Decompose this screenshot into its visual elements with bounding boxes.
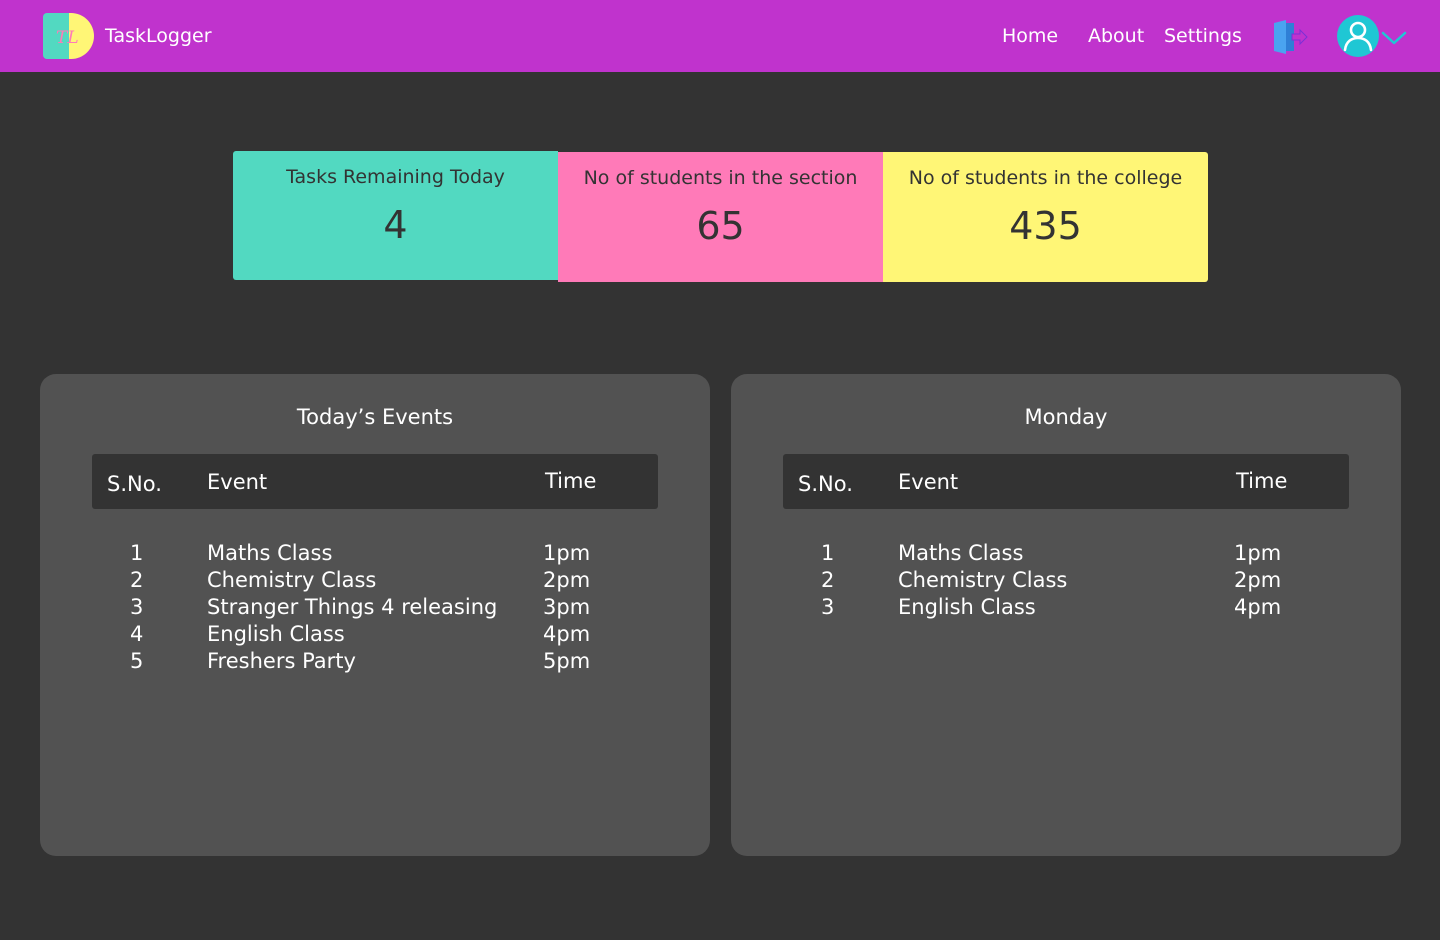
logo-text: TL	[56, 28, 79, 48]
cell-sno: 5	[130, 649, 144, 673]
stat-label: No of students in the college	[908, 167, 1183, 189]
table-row: 2 Chemistry Class 2pm	[40, 567, 710, 594]
monday-events-panel: Monday S.No. Event Time 1 Maths Class 1p…	[731, 374, 1401, 856]
navbar: TL TaskLogger Home About Settings	[0, 0, 1440, 72]
table-row: 3 English Class 4pm	[731, 594, 1401, 621]
cell-sno: 2	[821, 568, 835, 592]
stat-value: 4	[383, 203, 408, 247]
cell-time: 3pm	[543, 595, 591, 619]
cell-time: 4pm	[1234, 595, 1282, 619]
cell-time: 1pm	[1234, 541, 1282, 565]
cell-event: Maths Class	[898, 541, 1024, 565]
stat-label: Tasks Remaining Today	[286, 166, 505, 188]
table-header: S.No. Event Time	[92, 454, 658, 509]
tasks-remaining-card: Tasks Remaining Today 4	[233, 151, 558, 280]
column-header-time: Time	[1236, 469, 1288, 493]
stat-value: 65	[696, 204, 745, 248]
brand-name: TaskLogger	[105, 25, 212, 47]
cell-event: Chemistry Class	[898, 568, 1068, 592]
panel-title: Monday	[1024, 405, 1108, 429]
column-header-sno: S.No.	[798, 472, 853, 496]
cell-sno: 3	[821, 595, 835, 619]
cell-sno: 1	[130, 541, 144, 565]
cell-event: Maths Class	[207, 541, 333, 565]
stat-label: No of students in the section	[583, 167, 858, 189]
table-row: 5 Freshers Party 5pm	[40, 648, 710, 675]
cell-event: Stranger Things 4 releasing	[207, 595, 498, 619]
nav-settings-link[interactable]: Settings	[1164, 24, 1242, 48]
table-body: 1 Maths Class 1pm 2 Chemistry Class 2pm …	[731, 540, 1401, 621]
cell-sno: 1	[821, 541, 835, 565]
column-header-time: Time	[545, 469, 597, 493]
cell-event: Chemistry Class	[207, 568, 377, 592]
cell-time: 4pm	[543, 622, 591, 646]
cell-time: 2pm	[1234, 568, 1282, 592]
nav-home-link[interactable]: Home	[1002, 24, 1058, 48]
cell-sno: 3	[130, 595, 144, 619]
cell-event: English Class	[207, 622, 345, 646]
nav-about-link[interactable]: About	[1088, 24, 1144, 48]
cell-time: 2pm	[543, 568, 591, 592]
table-row: 4 English Class 4pm	[40, 621, 710, 648]
college-students-card: No of students in the college 435	[883, 152, 1208, 282]
table-row: 1 Maths Class 1pm	[731, 540, 1401, 567]
todays-events-panel: Today’s Events S.No. Event Time 1 Maths …	[40, 374, 710, 856]
app-logo-icon[interactable]: TL	[43, 13, 94, 59]
panel-title: Today’s Events	[296, 405, 454, 429]
cell-event: Freshers Party	[207, 649, 356, 673]
user-avatar-icon[interactable]	[1336, 14, 1380, 58]
column-header-event: Event	[898, 470, 959, 494]
cell-sno: 4	[130, 622, 144, 646]
cell-time: 1pm	[543, 541, 591, 565]
chevron-down-icon[interactable]	[1381, 30, 1407, 46]
table-body: 1 Maths Class 1pm 2 Chemistry Class 2pm …	[40, 540, 710, 675]
table-row: 1 Maths Class 1pm	[40, 540, 710, 567]
cell-sno: 2	[130, 568, 144, 592]
column-header-sno: S.No.	[107, 472, 162, 496]
cell-time: 5pm	[543, 649, 591, 673]
table-row: 3 Stranger Things 4 releasing 3pm	[40, 594, 710, 621]
column-header-event: Event	[207, 470, 268, 494]
stat-value: 435	[1009, 204, 1082, 248]
section-students-card: No of students in the section 65	[558, 152, 883, 282]
table-row: 2 Chemistry Class 2pm	[731, 567, 1401, 594]
table-header: S.No. Event Time	[783, 454, 1349, 509]
logout-icon[interactable]	[1272, 19, 1308, 55]
cell-event: English Class	[898, 595, 1036, 619]
